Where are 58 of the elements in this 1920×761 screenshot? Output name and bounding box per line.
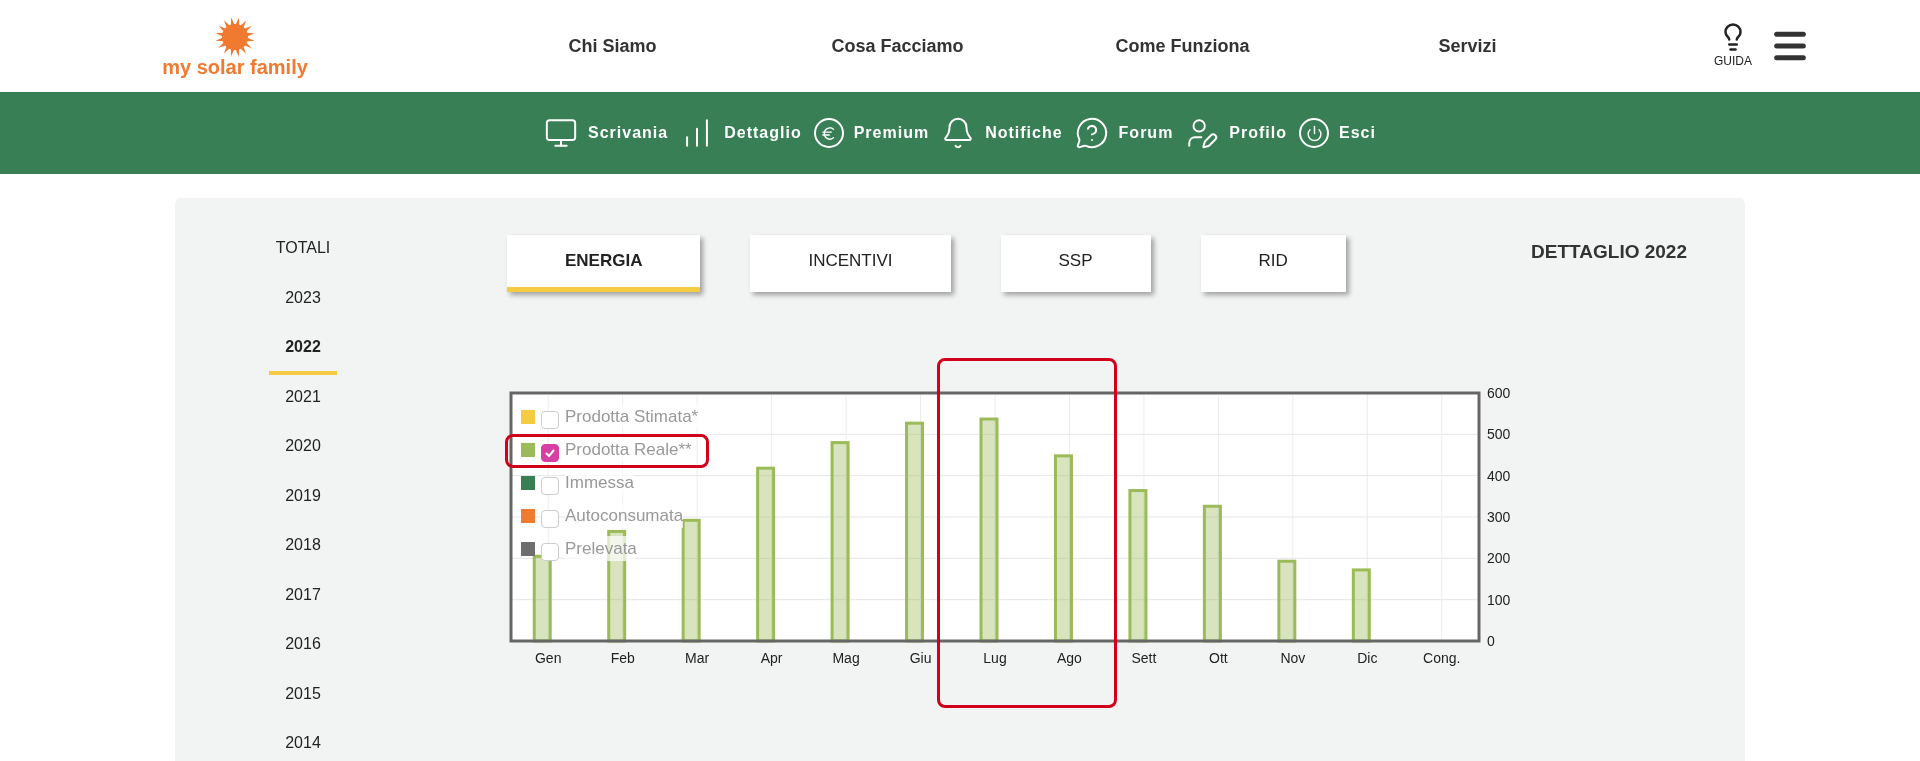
year-link[interactable]: 2017	[269, 582, 337, 632]
legend-label: Prelevata	[565, 535, 637, 562]
toolbar-link[interactable]: Esci	[1299, 118, 1376, 148]
axis-category-label: Sett	[1131, 650, 1157, 666]
axis-category-label: Apr	[760, 650, 783, 666]
toolbar-link[interactable]: Premium	[813, 118, 930, 148]
axis-tick-label: 600	[1487, 387, 1511, 401]
axis-tick-label: 100	[1487, 591, 1511, 608]
year-link[interactable]: 2014	[269, 731, 337, 761]
toolbar-link[interactable]: Dettaglio	[680, 116, 802, 150]
year-link[interactable]: 2015	[269, 681, 337, 731]
monitor-icon	[544, 116, 579, 150]
power-icon	[1299, 118, 1330, 148]
nav-link[interactable]: Cosa Facciamo	[755, 32, 1040, 60]
year-link[interactable]: 2016	[269, 632, 337, 682]
axis-category-label: Cong.	[1423, 650, 1461, 666]
nav-link[interactable]: Chi Siamo	[470, 32, 755, 60]
axis-tick-label: 200	[1487, 550, 1511, 567]
tab[interactable]: INCENTIVI	[750, 235, 951, 292]
toolbar-link[interactable]: Notifiche	[941, 116, 1063, 150]
axis-category-label: Gen	[535, 650, 562, 666]
year-link[interactable]: 2022	[269, 335, 337, 385]
axis-tick-label: 0	[1487, 633, 1495, 649]
axis-category-label: Dic	[1357, 650, 1378, 666]
legend-label: Autoconsumata	[565, 502, 684, 529]
axis-category-label: Nov	[1280, 650, 1306, 666]
guide-button[interactable]: GUIDA	[1714, 22, 1752, 70]
year-link[interactable]: 2023	[269, 285, 337, 335]
toolbar-link[interactable]: Scrivania	[544, 116, 669, 150]
axis-category-label: Lug	[983, 650, 1007, 666]
section-title: DETTAGLIO 2022	[1531, 240, 1687, 264]
year-link[interactable]: 2020	[269, 434, 337, 484]
tab[interactable]: SSP	[1000, 235, 1151, 292]
chat-question-icon	[1074, 116, 1109, 150]
year-link[interactable]: 2021	[269, 384, 337, 434]
logo-text: my solar family	[162, 57, 308, 77]
axis-category-label: Feb	[610, 650, 635, 666]
legend-label: Prodotta Stimata*	[565, 403, 699, 430]
axis-category-label: Ago	[1057, 650, 1082, 666]
year-link[interactable]: TOTALI	[259, 236, 347, 286]
axis-tick-label: 500	[1487, 426, 1511, 443]
user-edit-icon	[1185, 116, 1220, 150]
axis-category-label: Giu	[909, 650, 932, 666]
axis-category-label: Mag	[832, 650, 860, 666]
euro-icon	[813, 118, 844, 148]
tab[interactable]: ENERGIA	[507, 235, 701, 292]
toolbar-link[interactable]: Profilo	[1185, 116, 1288, 150]
nav-link[interactable]: Servizi	[1325, 32, 1610, 60]
tab[interactable]: RID	[1200, 235, 1346, 292]
toolbar-link[interactable]: Forum	[1074, 116, 1174, 150]
axis-tick-label: 300	[1487, 509, 1511, 525]
year-link[interactable]: 2018	[269, 533, 337, 583]
legend-label: Immessa	[565, 469, 634, 496]
axis-category-label: Ott	[1209, 650, 1228, 666]
axis-tick-label: 400	[1487, 467, 1511, 484]
axis-category-label: Mar	[685, 650, 710, 666]
year-link[interactable]: 2019	[269, 483, 337, 533]
nav-link[interactable]: Come Funziona	[1040, 32, 1325, 60]
